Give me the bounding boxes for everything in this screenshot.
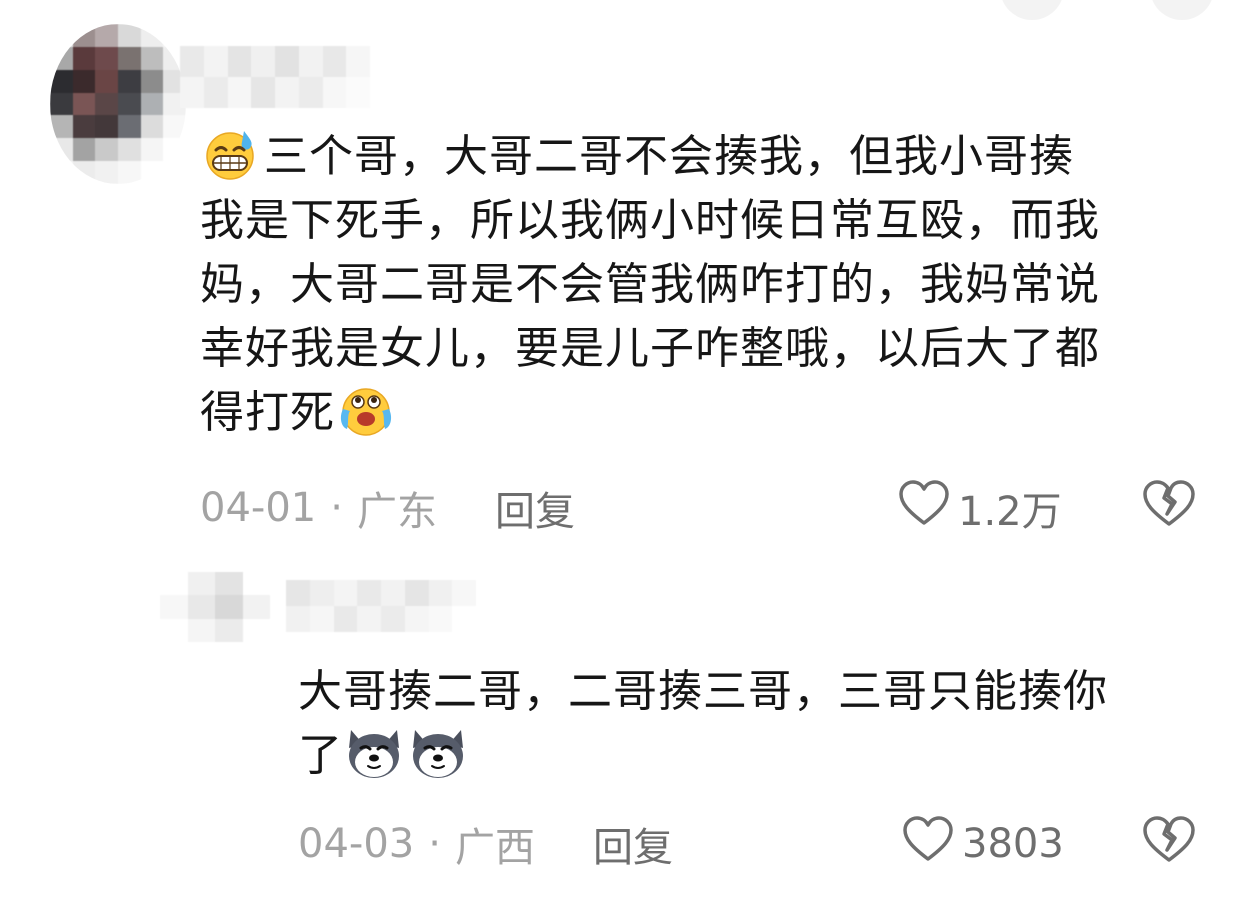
broken-heart-icon bbox=[1142, 814, 1204, 874]
meta-separator: · bbox=[428, 821, 441, 867]
husky-dog-emoji bbox=[407, 726, 469, 780]
reply-like-button[interactable]: 3803 bbox=[902, 814, 1064, 874]
like-count: 1.2万 bbox=[958, 489, 1062, 535]
meta-separator: · bbox=[330, 485, 343, 531]
comment-date: 04-01 bbox=[200, 485, 317, 531]
reply-avatar[interactable] bbox=[160, 572, 270, 642]
avatar[interactable] bbox=[50, 24, 186, 184]
reply-dislike-button[interactable] bbox=[1142, 814, 1204, 874]
reply-button[interactable]: 回复 bbox=[495, 479, 575, 537]
top-action-circle-2[interactable] bbox=[1150, 0, 1214, 20]
top-action-circle-1[interactable] bbox=[1000, 0, 1064, 20]
heart-outline-icon bbox=[898, 479, 958, 537]
reply-button[interactable]: 回复 bbox=[593, 815, 673, 873]
comment-location: 广东 bbox=[356, 489, 437, 535]
comment-meta: 04-01 · 广东 回复 bbox=[200, 478, 575, 538]
username-redacted[interactable] bbox=[180, 46, 370, 108]
broken-heart-icon bbox=[1142, 478, 1204, 538]
like-button[interactable]: 1.2万 bbox=[898, 478, 1062, 538]
comment-text: 三个哥，大哥二哥不会揍我，但我小哥揍 我是下死手，所以我俩小时候日常互殴，而我 … bbox=[200, 125, 1210, 445]
reply-location: 广西 bbox=[454, 825, 535, 871]
dislike-button[interactable] bbox=[1142, 478, 1204, 538]
reply-date: 04-03 bbox=[298, 821, 415, 867]
reply-username-redacted[interactable] bbox=[286, 580, 476, 632]
husky-dog-emoji bbox=[343, 726, 405, 780]
heart-outline-icon bbox=[902, 815, 962, 873]
reply-like-count: 3803 bbox=[962, 821, 1064, 867]
reply-comment-text: 大哥揍二哥，二哥揍三哥，三哥只能揍你 了 bbox=[298, 666, 1108, 781]
sweat-grin-emoji bbox=[200, 127, 262, 181]
crying-laugh-emoji bbox=[335, 383, 397, 437]
reply-meta: 04-03 · 广西 回复 bbox=[298, 814, 673, 874]
